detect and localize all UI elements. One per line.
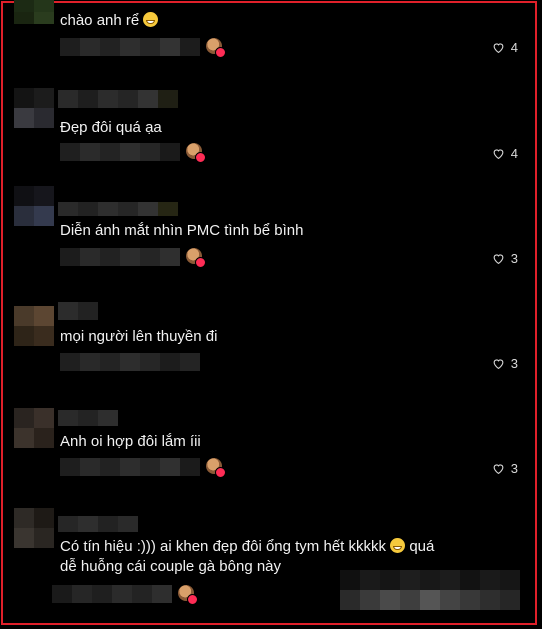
- like-button[interactable]: 3: [492, 251, 518, 266]
- like-count: 3: [510, 251, 518, 266]
- like-count: 3: [510, 461, 518, 476]
- avatar[interactable]: [14, 0, 54, 24]
- blurred-username: [58, 516, 138, 532]
- blurred-username: [58, 202, 178, 216]
- comment-text: mọi người lên thuyền đi: [60, 328, 218, 345]
- avatar[interactable]: [14, 88, 54, 128]
- avatar[interactable]: [14, 186, 54, 226]
- blurred-username: [58, 302, 98, 320]
- blurred-info: [52, 585, 172, 603]
- comment-meta: [52, 584, 198, 605]
- blurred-username: [58, 90, 178, 108]
- blurred-info: [60, 38, 200, 56]
- creator-liked-icon: [178, 585, 198, 605]
- blurred-info: [60, 458, 200, 476]
- like-count: 4: [510, 40, 518, 55]
- heart-icon: [493, 43, 504, 54]
- creator-liked-icon: [186, 248, 206, 268]
- comment-text: Anh oi hợp đôi lắm íii: [60, 433, 201, 450]
- blurred-info: [60, 143, 180, 161]
- comment-text: chào anh rể: [60, 11, 502, 31]
- creator-liked-icon: [186, 143, 206, 163]
- comment-meta: [60, 37, 226, 58]
- creator-liked-icon: [206, 458, 226, 478]
- heart-icon: [493, 149, 504, 160]
- like-count: 4: [510, 146, 518, 161]
- comment-meta: [60, 457, 226, 478]
- blurred-info: [60, 353, 200, 371]
- laughing-emoji: [390, 538, 406, 553]
- like-button[interactable]: 4: [492, 146, 518, 161]
- avatar[interactable]: [14, 408, 54, 448]
- blurred-info: [60, 248, 180, 266]
- avatar[interactable]: [14, 508, 54, 548]
- grinning-emoji: [143, 12, 159, 27]
- comment-meta: [60, 352, 200, 372]
- blurred-username: [58, 410, 118, 426]
- comment-text: Đẹp đôi quá ạa: [60, 119, 162, 136]
- blurred-region: [340, 570, 520, 610]
- heart-icon: [493, 254, 504, 265]
- heart-icon: [493, 359, 504, 370]
- like-button[interactable]: 4: [492, 40, 518, 55]
- comment-meta: [60, 247, 206, 268]
- creator-liked-icon: [206, 38, 226, 58]
- comment-text: Diễn ánh mắt nhìn PMC tình bể bình: [60, 222, 304, 239]
- like-button[interactable]: 3: [492, 356, 518, 371]
- comment-meta: [60, 142, 206, 163]
- like-button[interactable]: 3: [492, 461, 518, 476]
- heart-icon: [493, 464, 504, 475]
- avatar[interactable]: [14, 306, 54, 346]
- like-count: 3: [510, 356, 518, 371]
